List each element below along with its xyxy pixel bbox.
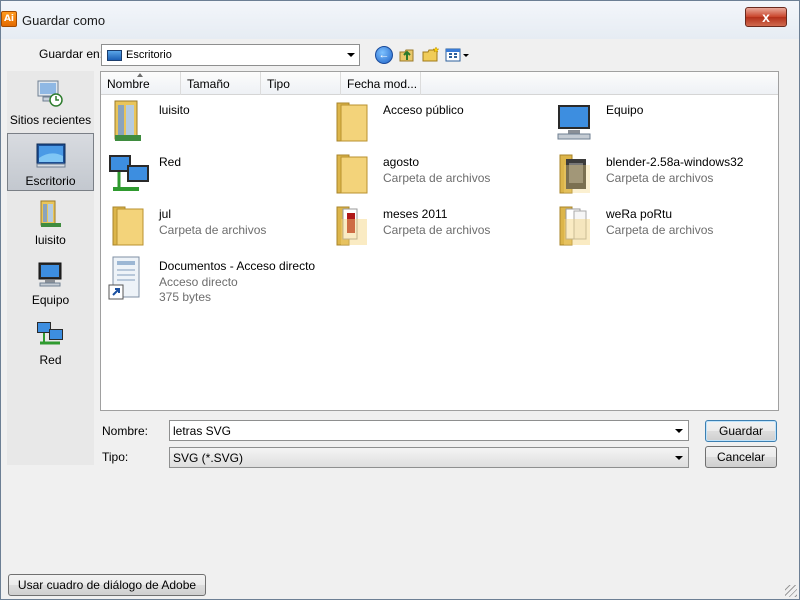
file-name: jul — [159, 207, 172, 221]
file-name-value: letras SVG — [173, 424, 232, 438]
column-name[interactable]: Nombre — [101, 72, 181, 95]
file-name-label: Nombre: — [102, 424, 149, 438]
save-in-value: Escritorio — [126, 49, 172, 61]
file-item-documentos-shortcut[interactable]: Documentos - Acceso directo Acceso direc… — [101, 255, 321, 307]
file-name: Documentos - Acceso directo — [159, 259, 316, 273]
file-item-equipo[interactable]: Equipo — [548, 99, 768, 147]
place-recent[interactable]: Sitios recientes — [7, 73, 94, 131]
recent-places-icon — [35, 79, 65, 109]
file-type-select[interactable]: SVG (*.SVG) — [169, 447, 689, 468]
file-type-text: Carpeta de archivos — [606, 171, 714, 185]
place-computer[interactable]: Equipo — [7, 253, 94, 311]
place-network[interactable]: Red — [7, 313, 94, 371]
adobe-dialog-button[interactable]: Usar cuadro de diálogo de Adobe — [8, 574, 206, 596]
cancel-button[interactable]: Cancelar — [705, 446, 777, 468]
views-menu-icon[interactable] — [445, 46, 471, 64]
window-title: Guardar como — [22, 13, 106, 28]
network-icon — [107, 151, 149, 197]
close-button[interactable]: x — [745, 7, 787, 27]
computer-icon — [35, 259, 65, 289]
file-item-jul[interactable]: jul Carpeta de archivos — [101, 203, 321, 251]
network-icon — [35, 319, 65, 349]
file-name: meses 2011 — [383, 207, 448, 221]
place-label: Escritorio — [25, 174, 76, 188]
back-icon[interactable]: ← — [375, 46, 393, 64]
file-name-input[interactable]: letras SVG — [169, 420, 689, 441]
desktop-icon — [36, 140, 66, 170]
desktop-icon — [107, 50, 122, 61]
column-header: Nombre Tamaño Tipo Fecha mod... — [101, 72, 778, 95]
place-desktop[interactable]: Escritorio — [7, 133, 94, 191]
file-list[interactable]: Nombre Tamaño Tipo Fecha mod... luisito — [100, 71, 779, 411]
file-name: blender-2.58a-windows32 — [606, 155, 744, 169]
place-user[interactable]: luisito — [7, 193, 94, 251]
file-type-text: Carpeta de archivos — [383, 171, 491, 185]
column-type[interactable]: Tipo — [261, 72, 341, 95]
sort-up-icon — [137, 73, 143, 77]
computer-icon — [554, 99, 594, 145]
file-name: Equipo — [606, 103, 644, 117]
file-item-luisito[interactable]: luisito — [101, 99, 321, 147]
folder-documents-icon — [331, 203, 371, 249]
file-type-text: Acceso directo — [159, 275, 238, 289]
file-item-blender[interactable]: blender-2.58a-windows32 Carpeta de archi… — [548, 151, 768, 199]
file-item-wera-portu[interactable]: weRa poRtu Carpeta de archivos — [548, 203, 768, 251]
column-date[interactable]: Fecha mod... — [341, 72, 421, 95]
user-folder-icon — [107, 99, 147, 145]
file-name: luisito — [159, 103, 190, 117]
places-bar: Sitios recientes Escritorio luisito Equi… — [7, 71, 94, 465]
file-item-acceso-publico[interactable]: Acceso público — [325, 99, 545, 147]
file-type-label: Tipo: — [102, 450, 129, 464]
place-label: Red — [39, 353, 62, 367]
file-type-text: Carpeta de archivos — [383, 223, 491, 237]
chevron-down-icon — [675, 456, 683, 460]
file-type-value: SVG (*.SVG) — [173, 451, 244, 465]
title-bar[interactable]: Ai Guardar como x — [1, 1, 799, 39]
column-size[interactable]: Tamaño — [181, 72, 261, 95]
save-as-dialog: Ai Guardar como x Guardar en: Escritorio… — [0, 0, 800, 600]
file-type-text: Carpeta de archivos — [159, 223, 267, 237]
file-name: weRa poRtu — [606, 207, 673, 221]
folder-icon — [107, 203, 147, 249]
up-folder-icon[interactable] — [398, 46, 416, 64]
user-folder-icon — [35, 199, 65, 229]
file-name: agosto — [383, 155, 420, 169]
folder-icon — [331, 151, 371, 197]
folder-documents-icon — [554, 203, 594, 249]
shortcut-icon — [107, 255, 147, 301]
resize-grip[interactable] — [785, 585, 797, 597]
save-in-dropdown[interactable]: Escritorio — [101, 44, 360, 66]
place-label: Sitios recientes — [9, 113, 92, 127]
chevron-down-icon[interactable] — [675, 429, 683, 433]
file-name: Acceso público — [383, 103, 464, 117]
file-item-meses-2011[interactable]: meses 2011 Carpeta de archivos — [325, 203, 545, 251]
file-name: Red — [159, 155, 182, 169]
save-button[interactable]: Guardar — [705, 420, 777, 442]
place-label: luisito — [35, 233, 66, 247]
new-folder-icon[interactable] — [422, 46, 440, 64]
file-size-text: 375 bytes — [159, 290, 212, 304]
folder-icon — [331, 99, 371, 145]
save-in-label: Guardar en: — [39, 47, 104, 61]
place-label: Equipo — [31, 293, 70, 307]
illustrator-app-icon: Ai — [1, 11, 17, 27]
folder-dark-icon — [554, 151, 594, 197]
column-label: Nombre — [107, 77, 150, 91]
file-item-red[interactable]: Red — [101, 151, 321, 199]
file-type-text: Carpeta de archivos — [606, 223, 714, 237]
chevron-down-icon — [347, 53, 355, 57]
file-item-agosto[interactable]: agosto Carpeta de archivos — [325, 151, 545, 199]
